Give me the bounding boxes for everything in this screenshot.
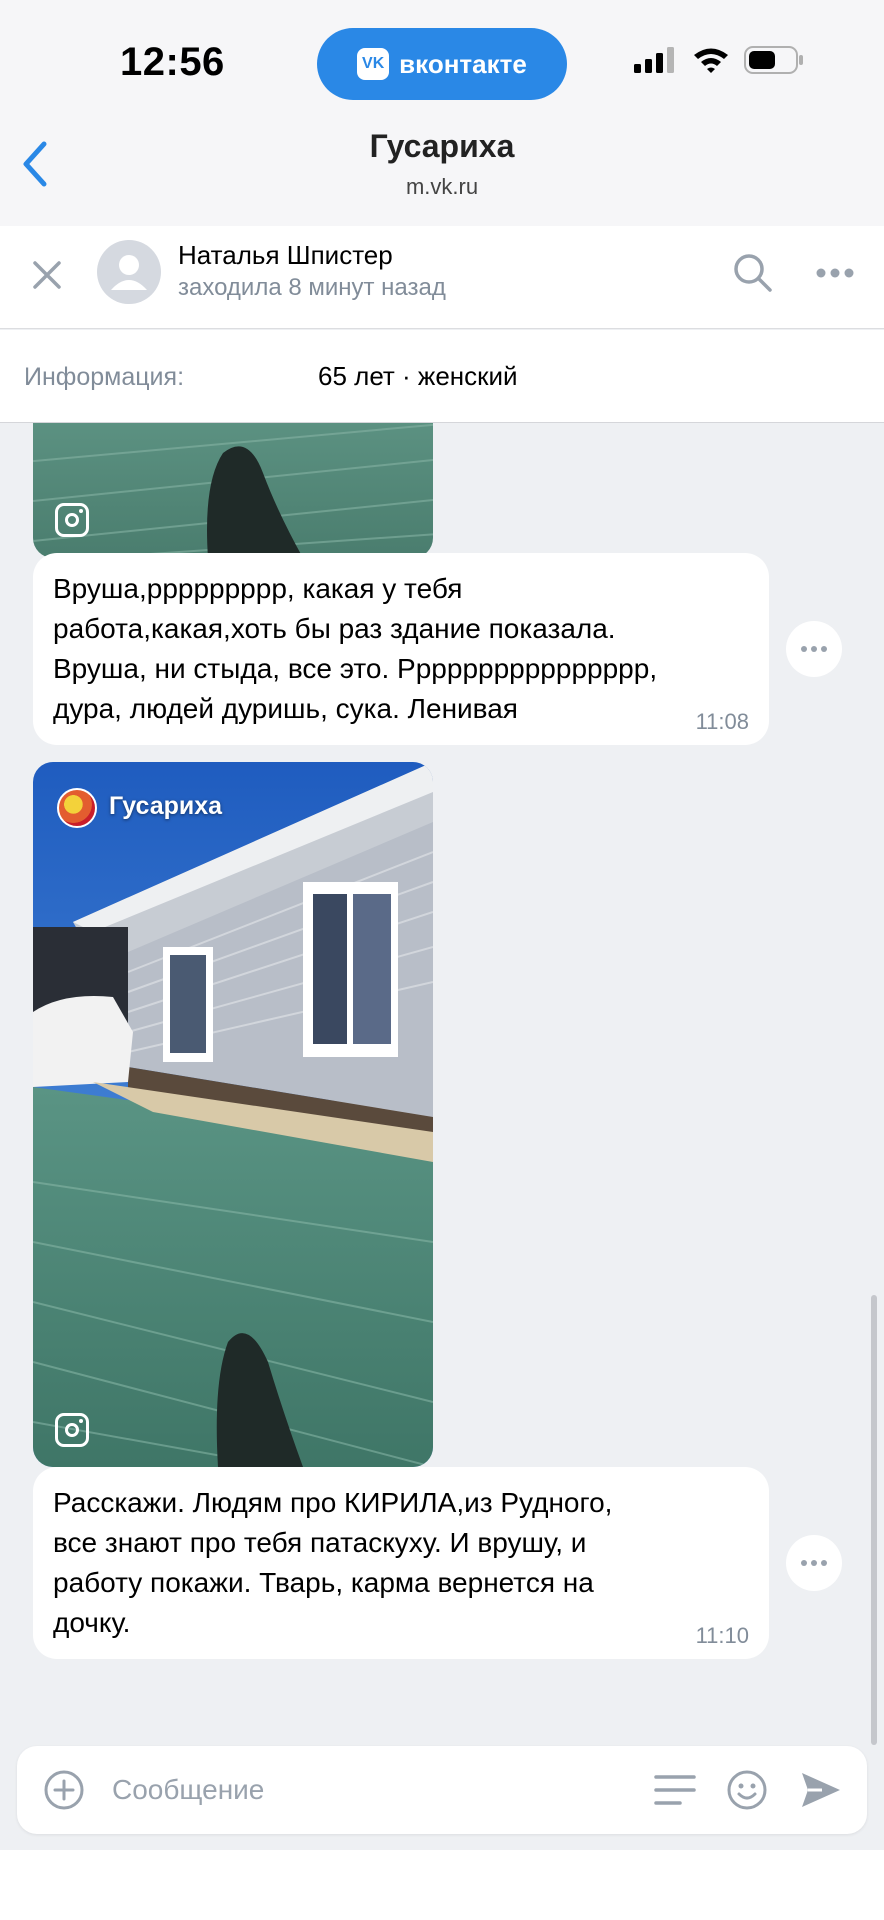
send-icon[interactable] xyxy=(800,1770,842,1810)
message-actions-button[interactable] xyxy=(786,1535,842,1591)
page-url: m.vk.ru xyxy=(405,174,479,199)
message-time: 11:08 xyxy=(695,709,749,734)
system-icons xyxy=(634,46,804,74)
message-bubble[interactable]: Расскажи. Людям про КИРИЛА,из Рудного, в… xyxy=(33,1467,769,1659)
story-image xyxy=(33,423,433,558)
page-title: Гусариха xyxy=(369,128,515,164)
message-input[interactable] xyxy=(112,1770,612,1810)
message-text: Расскажи. Людям про КИРИЛА,из Рудного, в… xyxy=(53,1487,613,1638)
bottom-safe-area xyxy=(0,1850,884,1920)
wifi-icon xyxy=(694,48,728,73)
story-attachment[interactable] xyxy=(33,423,433,558)
vk-app-pill-label: вконтакте xyxy=(399,48,527,79)
story-attachment[interactable]: Гусариха xyxy=(33,762,433,1467)
story-author-name: Гусариха xyxy=(109,792,223,820)
message-bubble[interactable]: Вруша,ррррррррр, какая у тебя работа,как… xyxy=(33,553,769,745)
story-author-avatar xyxy=(57,788,97,828)
more-horizontal-icon[interactable] xyxy=(816,268,854,278)
vk-app-pill[interactable]: VK вконтакте xyxy=(317,28,567,100)
battery-icon xyxy=(744,46,803,74)
status-time: 12:56 xyxy=(120,40,225,84)
emoji-icon[interactable] xyxy=(727,1770,767,1810)
instagram-icon xyxy=(55,503,89,537)
attach-plus-icon[interactable] xyxy=(44,1770,84,1810)
status-bar: 12:56 VK вконтакте xyxy=(0,0,884,120)
message-text: Вруша,ррррррррр, какая у тебя работа,как… xyxy=(53,573,658,724)
instagram-icon xyxy=(55,1413,89,1447)
templates-icon[interactable] xyxy=(654,1773,696,1807)
close-icon[interactable] xyxy=(30,258,64,292)
message-history[interactable]: Вруша,ррррррррр, какая у тебя работа,как… xyxy=(0,423,884,1743)
contact-name[interactable]: Наталья Шпистер xyxy=(178,240,393,271)
story-image xyxy=(33,762,433,1467)
vk-logo-icon: VK xyxy=(357,48,390,80)
scrollbar[interactable] xyxy=(871,1295,877,1745)
avatar[interactable] xyxy=(97,240,161,304)
message-time: 11:10 xyxy=(695,1623,749,1648)
signal-icon xyxy=(634,47,674,73)
info-label: Информация: xyxy=(24,363,185,391)
contact-last-seen: заходила 8 минут назад xyxy=(178,274,446,301)
info-value: 65 лет · женский xyxy=(318,361,518,391)
search-icon[interactable] xyxy=(732,252,774,294)
user-placeholder-icon xyxy=(111,255,147,290)
message-actions-button[interactable] xyxy=(786,621,842,677)
